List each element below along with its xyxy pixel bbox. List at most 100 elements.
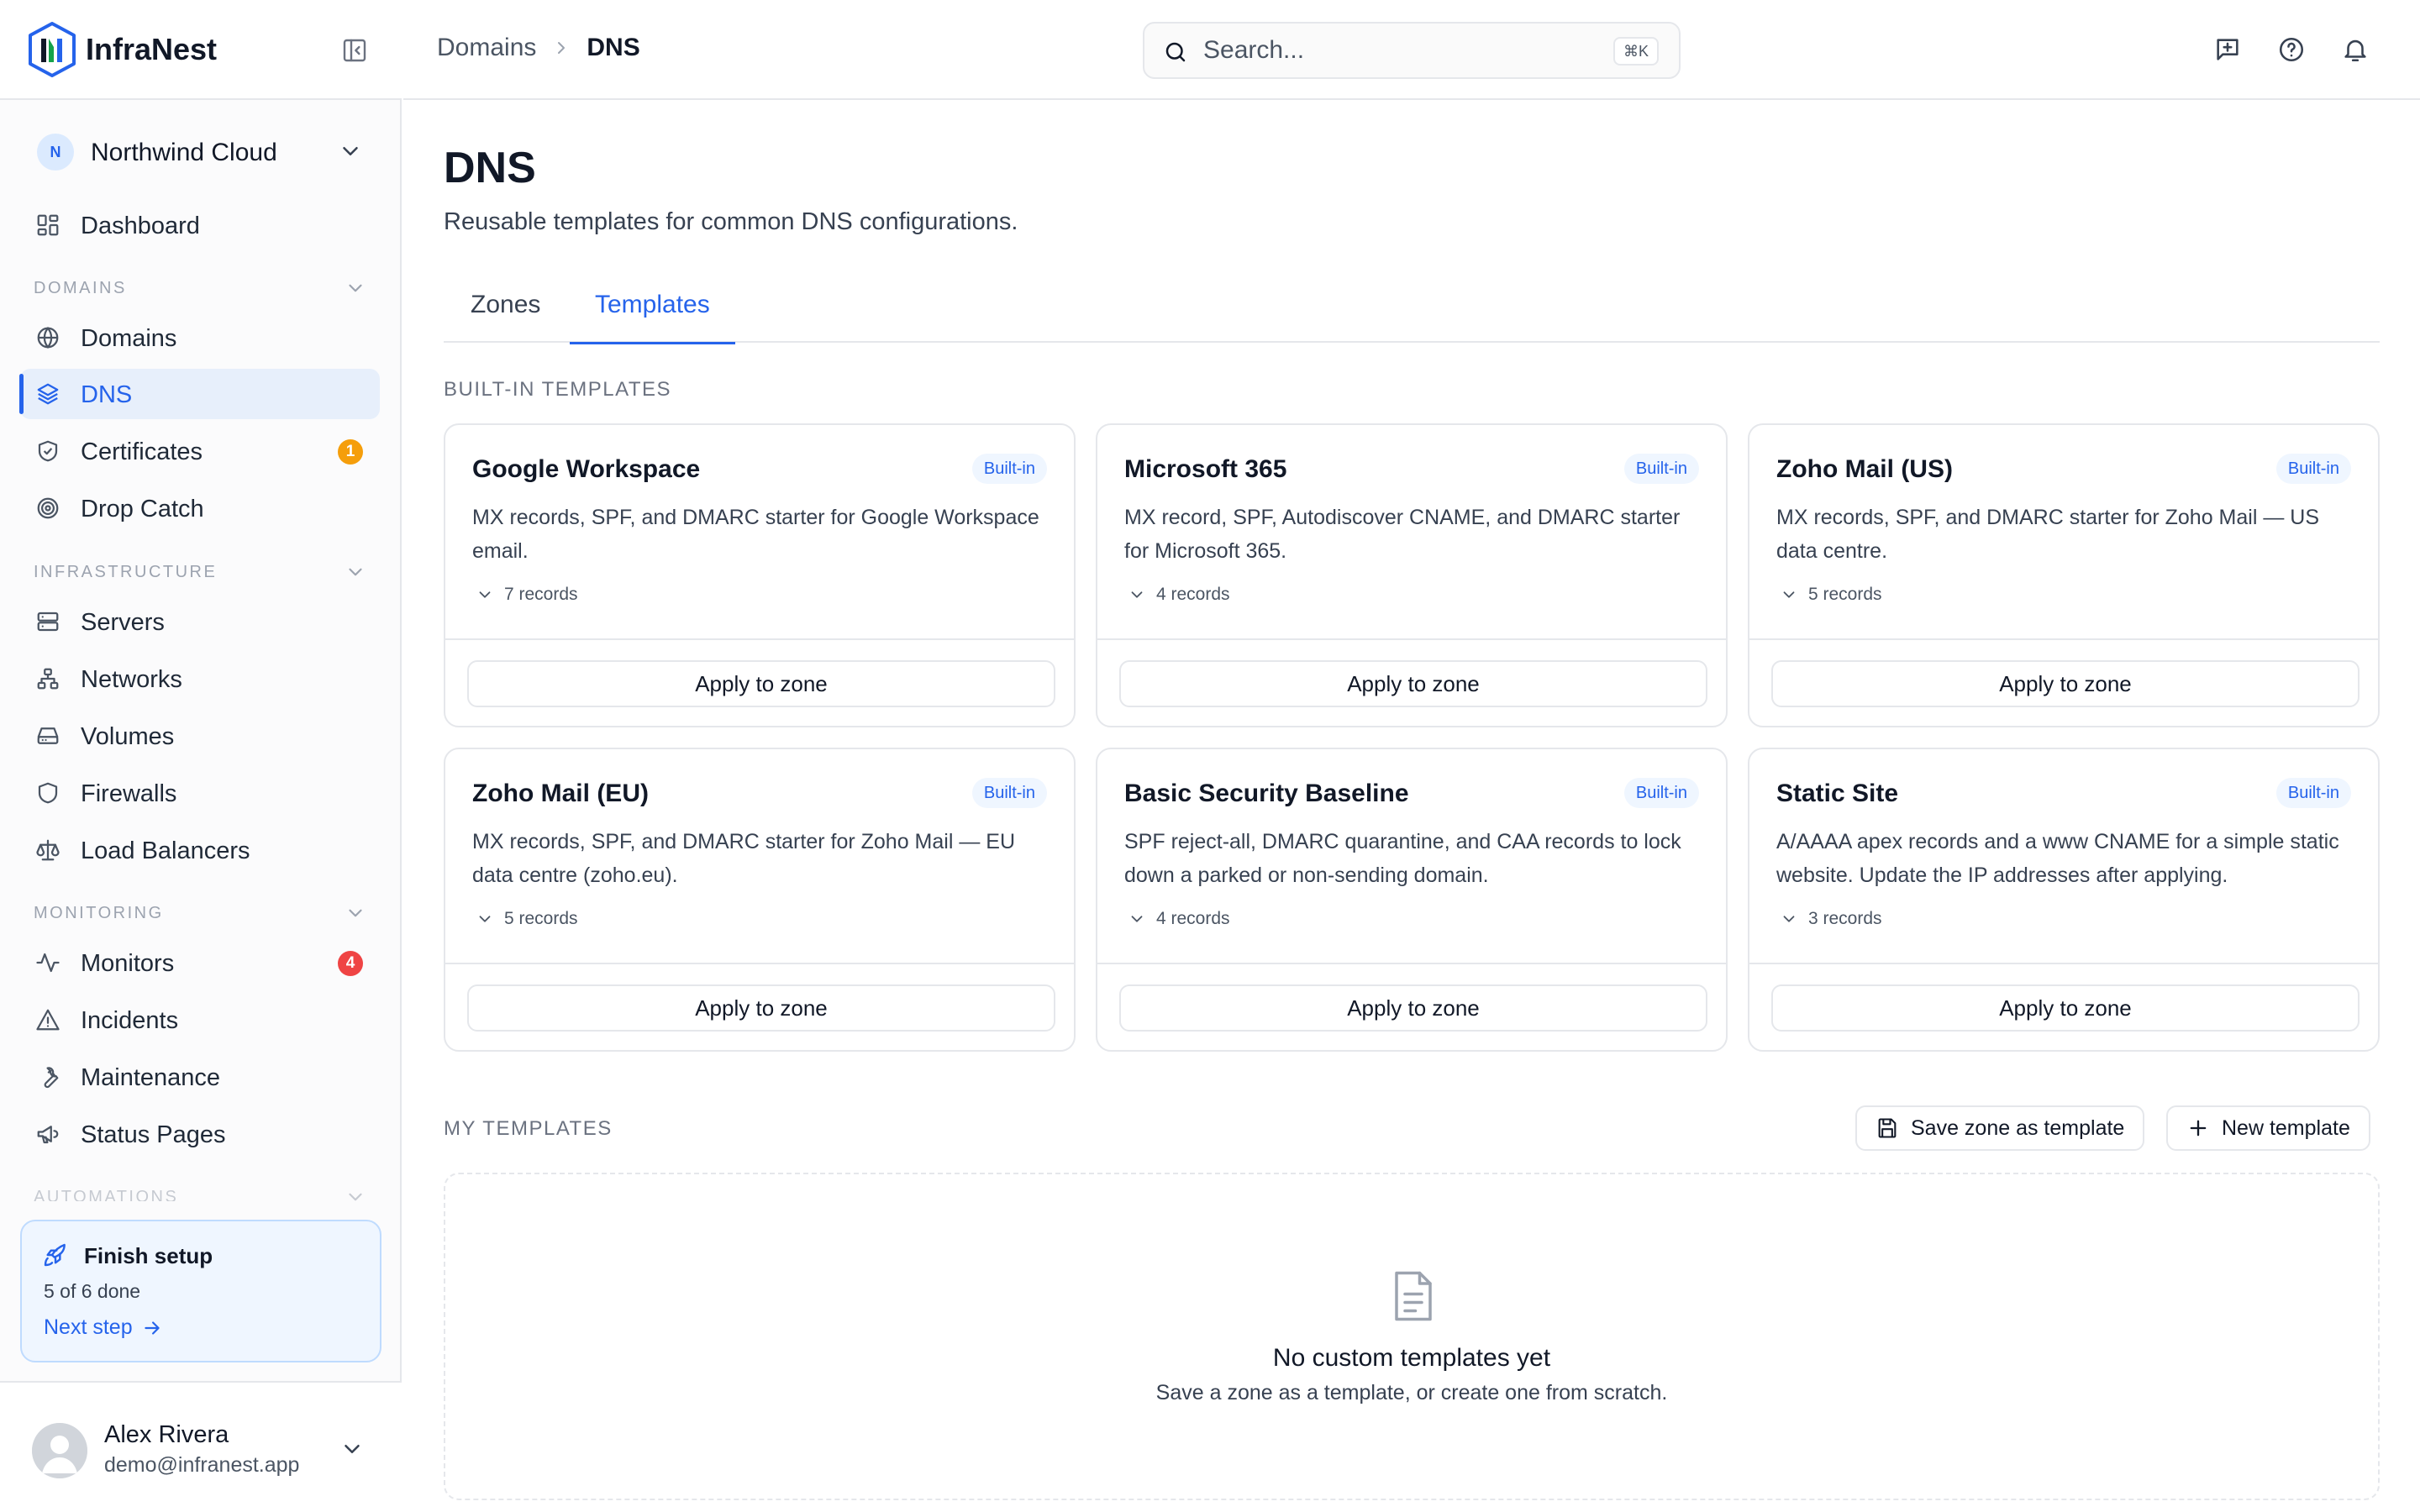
plus-icon [2186, 1116, 2210, 1140]
sidebar-item-certificates[interactable]: Certificates 1 [20, 426, 380, 476]
sidebar-collapse-icon[interactable] [341, 37, 368, 64]
sidebar-item-monitors[interactable]: Monitors 4 [20, 937, 380, 988]
records-toggle[interactable]: 3 records [1780, 909, 1882, 929]
section-label: AUTOMATIONS [34, 1188, 179, 1201]
apply-to-zone-button[interactable]: Apply to zone [1119, 984, 1707, 1032]
search-box[interactable]: ⌘K [1143, 22, 1681, 79]
sidebar-item-label: Load Balancers [81, 837, 250, 864]
chevron-down-icon [345, 1186, 366, 1201]
breadcrumb-domains[interactable]: Domains [437, 34, 536, 62]
chevron-down-icon [1128, 910, 1146, 928]
sidebar-item-load-balancers[interactable]: Load Balancers [20, 825, 380, 875]
save-icon [1876, 1116, 1899, 1140]
sidebar-item-label: DNS [81, 381, 133, 408]
megaphone-icon [35, 1121, 60, 1147]
apply-to-zone-button[interactable]: Apply to zone [467, 660, 1055, 707]
sidebar-item-incidents[interactable]: Incidents [20, 995, 380, 1045]
records-count: 4 records [1156, 585, 1230, 604]
help-icon[interactable] [2277, 35, 2306, 64]
shortcut-hint: ⌘K [1612, 37, 1659, 66]
records-toggle[interactable]: 5 records [1780, 585, 1882, 605]
records-toggle[interactable]: 4 records [1128, 585, 1230, 605]
card-divider [1097, 963, 1726, 964]
records-toggle[interactable]: 5 records [476, 909, 578, 929]
apply-to-zone-button[interactable]: Apply to zone [1771, 660, 2360, 707]
next-step-link[interactable]: Next step [44, 1315, 163, 1340]
section-header-automations[interactable]: AUTOMATIONS [34, 1184, 370, 1201]
org-name: Northwind Cloud [91, 139, 277, 166]
finish-setup-card: Finish setup 5 of 6 done Next step [20, 1220, 381, 1362]
arrow-right-icon [141, 1317, 163, 1339]
records-count: 3 records [1808, 909, 1882, 928]
setup-progress: 5 of 6 done [44, 1280, 141, 1302]
brand-header: InfraNest [0, 0, 402, 100]
section-label: DOMAINS [34, 279, 127, 297]
feedback-icon[interactable] [2213, 35, 2242, 64]
template-description: MX records, SPF, and DMARC starter for Z… [1776, 506, 2320, 563]
sidebar-item-drop-catch[interactable]: Drop Catch [20, 483, 380, 533]
user-menu[interactable]: Alex Rivera demo@infranest.app [0, 1381, 402, 1512]
section-label: MONITORING [34, 904, 164, 922]
tab-zones[interactable]: Zones [471, 291, 540, 343]
sidebar-item-label: Firewalls [81, 780, 177, 807]
template-name: Static Site [1776, 780, 1899, 807]
sidebar-item-label: Status Pages [81, 1121, 226, 1148]
avatar [32, 1423, 87, 1478]
search-input[interactable] [1203, 34, 1607, 67]
org-switcher[interactable]: N Northwind Cloud [20, 124, 376, 180]
chevron-down-icon [345, 902, 366, 924]
template-name: Basic Security Baseline [1124, 780, 1409, 807]
builtin-templates-heading: BUILT-IN TEMPLATES [444, 378, 672, 401]
tab-templates[interactable]: Templates [570, 291, 735, 344]
count-badge: 1 [338, 439, 363, 465]
sidebar-item-status-pages[interactable]: Status Pages [20, 1109, 380, 1159]
card-divider [1749, 638, 2378, 640]
new-template-button[interactable]: New template [2166, 1105, 2370, 1151]
chevron-down-icon [1780, 910, 1798, 928]
records-toggle[interactable]: 7 records [476, 585, 578, 605]
card-divider [1749, 963, 2378, 964]
sidebar-item-volumes[interactable]: Volumes [20, 711, 380, 761]
save-zone-as-template-button[interactable]: Save zone as template [1855, 1105, 2145, 1151]
sidebar-item-domains[interactable]: Domains [20, 312, 380, 363]
records-toggle[interactable]: 4 records [1128, 909, 1230, 929]
sidebar-item-label: Dashboard [81, 213, 200, 239]
section-header-monitoring[interactable]: MONITORING [34, 900, 370, 926]
page-description: Reusable templates for common DNS config… [444, 208, 1018, 235]
sidebar-item-networks[interactable]: Networks [20, 654, 380, 704]
next-step-label: Next step [44, 1315, 133, 1339]
bell-icon[interactable] [2341, 35, 2370, 64]
card-divider [445, 963, 1074, 964]
empty-state-description: Save a zone as a template, or create one… [1155, 1381, 1668, 1404]
apply-to-zone-button[interactable]: Apply to zone [1771, 984, 2360, 1032]
template-description: MX records, SPF, and DMARC starter for Z… [472, 830, 1016, 887]
template-description: MX record, SPF, Autodiscover CNAME, and … [1124, 506, 1681, 563]
infranest-logo-icon[interactable] [27, 22, 77, 77]
sidebar-item-maintenance[interactable]: Maintenance [20, 1052, 380, 1102]
new-template-label: New template [2222, 1116, 2350, 1140]
search-icon [1163, 39, 1188, 65]
sidebar-item-dashboard[interactable]: Dashboard [20, 200, 380, 250]
template-description: MX records, SPF, and DMARC starter for G… [472, 506, 1039, 563]
empty-state-title: No custom templates yet [1272, 1344, 1551, 1372]
apply-to-zone-button[interactable]: Apply to zone [1119, 660, 1707, 707]
sidebar: InfraNest N Northwind Cloud Dashboard DO… [0, 0, 402, 1512]
sidebar-item-firewalls[interactable]: Firewalls [20, 768, 380, 818]
server-icon [35, 609, 60, 634]
activity-icon [35, 950, 60, 975]
chevron-down-icon [345, 561, 366, 583]
template-name: Zoho Mail (EU) [472, 780, 649, 807]
template-description: SPF reject-all, DMARC quarantine, and CA… [1124, 830, 1681, 887]
dashboard-icon [35, 213, 60, 238]
apply-to-zone-button[interactable]: Apply to zone [467, 984, 1055, 1032]
scale-icon [35, 837, 60, 863]
section-header-domains[interactable]: DOMAINS [34, 276, 370, 301]
user-name: Alex Rivera [104, 1421, 229, 1448]
sidebar-item-servers[interactable]: Servers [20, 596, 380, 647]
section-header-infrastructure[interactable]: INFRASTRUCTURE [34, 559, 370, 585]
topbar: Domains DNS ⌘K [403, 0, 2420, 100]
builtin-badge: Built-in [971, 454, 1047, 484]
sidebar-item-label: Certificates [81, 438, 203, 465]
card-divider [1097, 638, 1726, 640]
sidebar-item-dns[interactable]: DNS [19, 369, 380, 419]
